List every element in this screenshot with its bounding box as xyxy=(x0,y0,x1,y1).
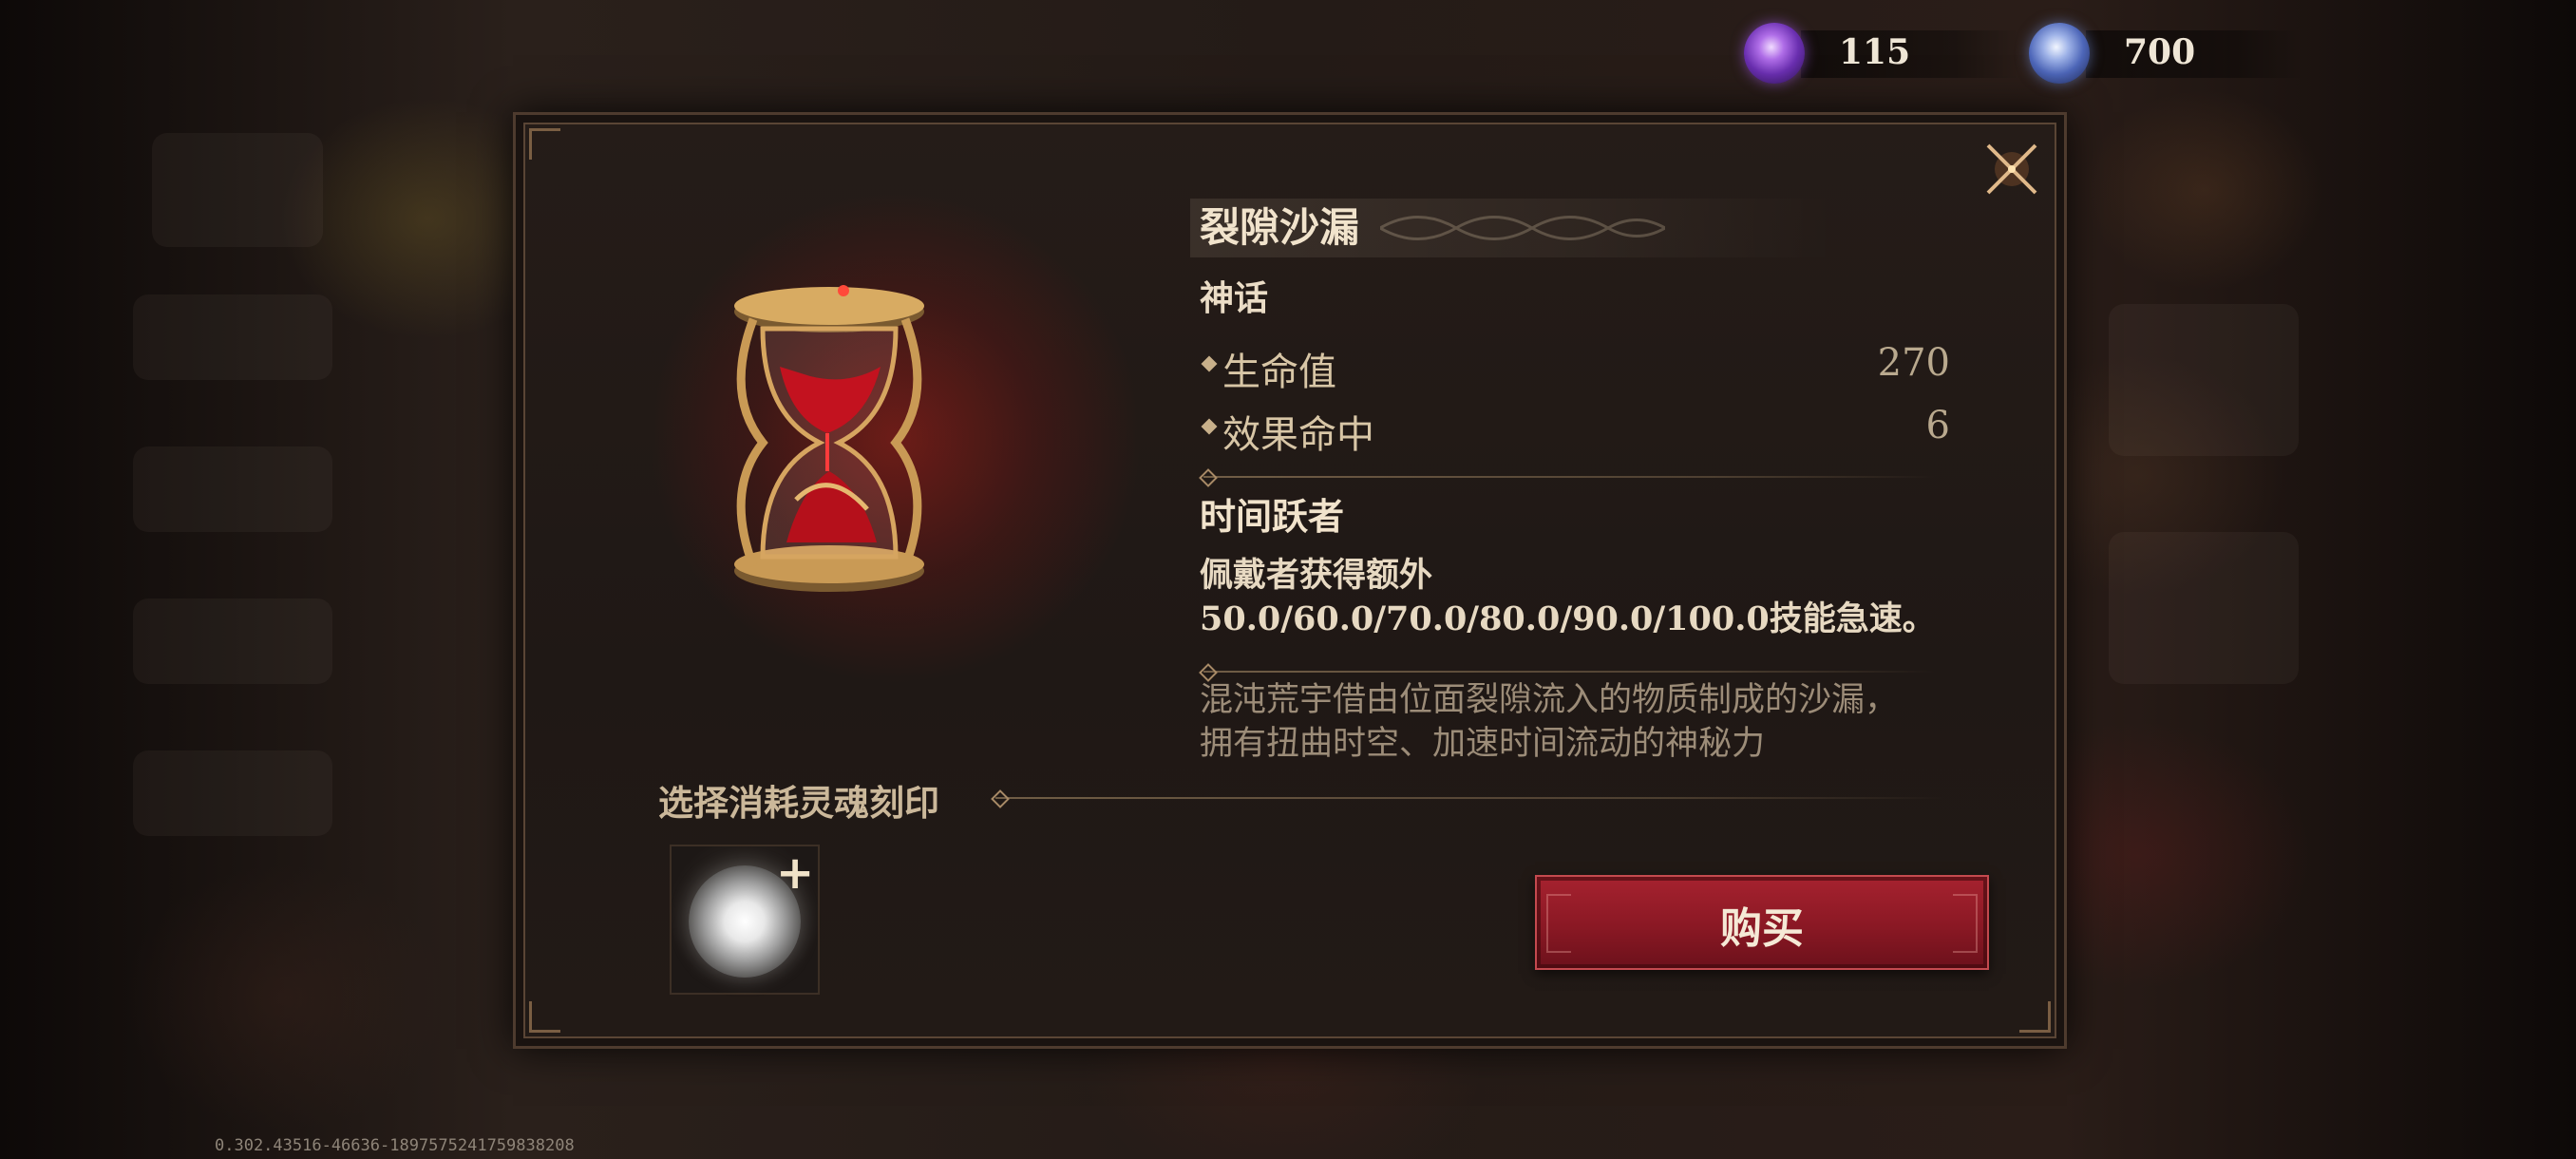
skill-description: 佩戴者获得额外50.0/60.0/70.0/80.0/90.0/100.0技能急… xyxy=(1200,556,1936,638)
stat-name: 效果命中 xyxy=(1222,413,1374,457)
stat-value: 6 xyxy=(1925,404,1950,447)
buy-button[interactable]: 购买 xyxy=(1535,875,1989,970)
divider xyxy=(1199,468,1935,487)
background-ghost-item xyxy=(133,750,332,836)
item-purchase-dialog: 裂隙沙漏 神话 生命值 270 效果命中 6 时间跃者 佩戴者获得额外50.0/… xyxy=(513,112,2067,1049)
stat-row: 效果命中 6 xyxy=(1200,400,1950,457)
version-string: 0.302.43516-46636-18975752417598382​08 xyxy=(215,1136,575,1155)
divider xyxy=(1199,663,1935,682)
title-pattern-ornament xyxy=(1380,216,1665,240)
blue-soul-crystal-icon xyxy=(2029,23,2090,84)
background-ghost-item xyxy=(133,598,332,684)
background-ghost-item xyxy=(2109,304,2299,456)
hourglass-icon xyxy=(706,281,953,604)
background-ghost-item xyxy=(133,446,332,532)
item-name: 裂隙沙漏 xyxy=(1200,204,1360,251)
soul-imprint-section-label: 选择消耗灵魂刻印 xyxy=(658,782,939,824)
bullet-diamond-icon xyxy=(1201,418,1218,435)
buy-button-label: 购买 xyxy=(1720,904,1804,953)
item-rarity: 神话 xyxy=(1200,278,1269,318)
currency-amount: 700 xyxy=(2124,32,2196,72)
stat-row: 生命值 270 xyxy=(1200,337,1950,394)
close-icon xyxy=(1986,143,2037,195)
currency-amount: 115 xyxy=(1839,32,1911,72)
panel-corner-ornament xyxy=(2019,1001,2051,1033)
skill-name: 时间跃者 xyxy=(1200,495,1345,538)
panel-corner-ornament xyxy=(529,1001,560,1033)
bullet-diamond-icon xyxy=(1201,355,1218,372)
stat-name: 生命值 xyxy=(1222,351,1336,394)
background-ghost-item xyxy=(152,133,323,247)
purple-soul-crystal-icon xyxy=(1744,23,1805,84)
close-button[interactable] xyxy=(1979,136,2045,202)
item-lore: 混沌荒宇借由位面裂隙流入的物质制成的沙漏，拥有扭曲时空、加速时间流动的神秘力 xyxy=(1200,681,1899,763)
background-ghost-item xyxy=(2109,532,2299,684)
plus-icon: + xyxy=(776,846,815,900)
panel-corner-ornament xyxy=(529,128,560,160)
soul-imprint-slot[interactable]: + xyxy=(670,845,820,995)
stat-value: 270 xyxy=(1877,341,1950,385)
divider xyxy=(991,789,1945,808)
background-ghost-item xyxy=(133,294,332,380)
